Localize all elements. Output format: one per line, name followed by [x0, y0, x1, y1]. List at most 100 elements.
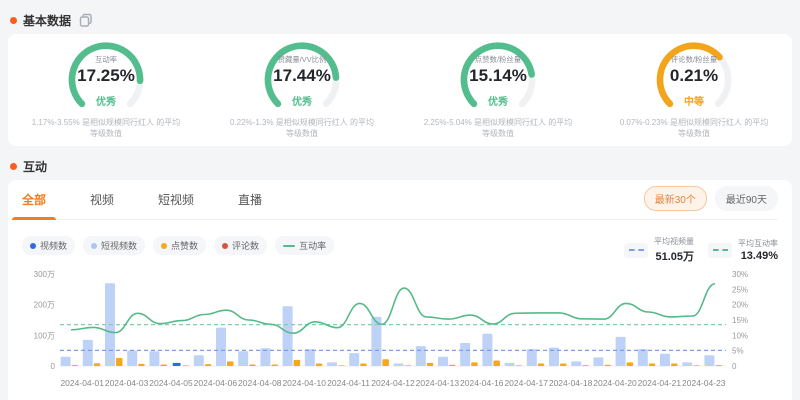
chart-legend: 视频数短视频数点赞数 评论数 互动率: [22, 236, 334, 255]
bar-shortvideo[interactable]: [283, 306, 293, 366]
bar-video[interactable]: [173, 363, 181, 366]
bar-like[interactable]: [249, 364, 256, 366]
bar-shortvideo[interactable]: [127, 351, 137, 366]
bar-shortvideo[interactable]: [149, 351, 159, 366]
x-axis-date: 2024-04-03: [105, 378, 149, 388]
bar-shortvideo[interactable]: [638, 349, 648, 366]
gauge-label: 评论数/粉丝量: [646, 54, 742, 64]
basic-data-card: 互动率17.25%优秀1.17%-3.55% 是相似规模同行红人 的平均等级数值…: [8, 34, 792, 146]
bar-shortvideo[interactable]: [327, 362, 337, 366]
bar-like[interactable]: [294, 360, 301, 366]
bar-like[interactable]: [205, 364, 212, 366]
dot-swatch-icon: [91, 243, 97, 249]
gauge-arc: 点赞数/粉丝量 15.14%: [446, 40, 550, 90]
bar-shortvideo[interactable]: [61, 357, 71, 366]
basic-data-header: 基本数据: [10, 10, 792, 30]
bar-shortvideo[interactable]: [682, 362, 692, 366]
bar-like[interactable]: [116, 358, 123, 366]
gauge-card[interactable]: 点赞数/粉丝量15.14%优秀2.25%-5.04% 是相似规模同行红人 的平均…: [400, 40, 596, 140]
gauge-value: 17.25%: [54, 66, 158, 86]
gauge-value: 0.21%: [642, 66, 746, 86]
gauge-label: 互动率: [58, 54, 154, 64]
legend-item-视频数[interactable]: 视频数: [22, 236, 75, 255]
bar-like[interactable]: [538, 364, 545, 366]
gauge-card[interactable]: 互动率17.25%优秀1.17%-3.55% 是相似规模同行红人 的平均等级数值: [8, 40, 204, 140]
legend-item-互动率[interactable]: 互动率: [275, 236, 334, 255]
legend-item-评论数[interactable]: 评论数: [214, 236, 267, 255]
bar-shortvideo[interactable]: [438, 357, 448, 366]
bar-shortvideo[interactable]: [216, 328, 226, 366]
tab-bar: 全部 视频 短视频 直播 最新30个最近90天: [22, 180, 778, 220]
bar-like[interactable]: [516, 365, 523, 366]
svg-text:20%: 20%: [732, 301, 748, 310]
bar-like[interactable]: [360, 364, 367, 366]
stat-texts: 平均视频量51.05万: [654, 236, 694, 264]
bar-like[interactable]: [94, 363, 101, 366]
bar-like[interactable]: [449, 365, 456, 366]
filter-最新30个[interactable]: 最新30个: [644, 186, 707, 211]
tab-全部[interactable]: 全部: [22, 180, 46, 220]
bar-shortvideo[interactable]: [416, 346, 426, 366]
bar-like[interactable]: [405, 365, 412, 366]
tab-视频[interactable]: 视频: [90, 180, 114, 220]
bar-shortvideo[interactable]: [83, 340, 93, 366]
dashed-line-icon: [708, 243, 732, 258]
bar-shortvideo[interactable]: [571, 361, 581, 366]
tab-短视频[interactable]: 短视频: [158, 180, 194, 220]
bar-like[interactable]: [582, 365, 589, 366]
bar-like[interactable]: [160, 364, 167, 366]
gauge-card[interactable]: 赞藏量/VV比例17.44%优秀0.22%-1.3% 是相似规模同行红人 的平均…: [204, 40, 400, 140]
bar-like[interactable]: [471, 362, 478, 366]
bar-shortvideo[interactable]: [305, 349, 315, 366]
interaction-card: 全部 视频 短视频 直播 最新30个最近90天 视频数短视频数点赞数 评论数 互动率 平均…: [8, 180, 792, 400]
x-axis-date: 2024-04-23: [682, 378, 726, 388]
bar-shortvideo[interactable]: [660, 354, 670, 366]
filter-最近90天[interactable]: 最近90天: [715, 186, 778, 211]
bar-like[interactable]: [715, 365, 722, 366]
bar-like[interactable]: [72, 365, 79, 366]
bar-like[interactable]: [427, 363, 434, 366]
bar-like[interactable]: [227, 361, 234, 366]
bar-shortvideo[interactable]: [505, 363, 515, 366]
average-stats: 平均视频量51.05万平均互动率13.49%: [624, 236, 778, 264]
bar-shortvideo[interactable]: [616, 337, 626, 366]
legend-label: 评论数: [232, 239, 259, 252]
gauge-text: 点赞数/粉丝量 15.14%: [446, 54, 550, 86]
bar-like[interactable]: [271, 364, 278, 366]
bar-like[interactable]: [649, 364, 656, 366]
gauge-arc: 评论数/粉丝量 0.21%: [642, 40, 746, 90]
gauge-card[interactable]: 评论数/粉丝量0.21%中等0.07%-0.23% 是相似规模同行红人 的平均等…: [596, 40, 792, 140]
gauge-label: 点赞数/粉丝量: [450, 54, 546, 64]
bar-like[interactable]: [183, 365, 190, 366]
legend-item-点赞数[interactable]: 点赞数: [153, 236, 206, 255]
bar-shortvideo[interactable]: [194, 355, 204, 366]
svg-text:300万: 300万: [34, 270, 55, 279]
bar-like[interactable]: [671, 364, 678, 366]
gauge-value: 15.14%: [446, 66, 550, 86]
line-swatch-icon: [283, 245, 295, 247]
bar-like[interactable]: [382, 359, 389, 366]
bar-like[interactable]: [138, 364, 145, 366]
tab-直播[interactable]: 直播: [238, 180, 262, 220]
bar-like[interactable]: [338, 365, 345, 366]
stat-value: 51.05万: [655, 248, 694, 264]
bar-like[interactable]: [493, 360, 500, 366]
bar-like[interactable]: [316, 364, 323, 366]
bar-shortvideo[interactable]: [460, 343, 470, 366]
bar-shortvideo[interactable]: [238, 351, 248, 366]
bar-shortvideo[interactable]: [394, 364, 404, 366]
bar-shortvideo[interactable]: [349, 353, 359, 366]
legend-item-短视频数[interactable]: 短视频数: [83, 236, 145, 255]
x-axis-date: 2024-04-13: [416, 378, 460, 388]
bar-like[interactable]: [693, 365, 700, 366]
bar-shortvideo[interactable]: [593, 357, 603, 366]
interaction-chart[interactable]: 0100万200万300万05%10%15%20%25%30%2024-04-0…: [22, 268, 778, 399]
bar-shortvideo[interactable]: [527, 349, 537, 366]
clipboard-icon[interactable]: [79, 13, 93, 27]
svg-text:100万: 100万: [34, 331, 55, 340]
bar-shortvideo[interactable]: [704, 355, 714, 366]
bar-like[interactable]: [627, 362, 634, 366]
bar-like[interactable]: [560, 364, 567, 366]
bar-like[interactable]: [604, 365, 611, 366]
x-axis-date: 2024-04-12: [371, 378, 415, 388]
